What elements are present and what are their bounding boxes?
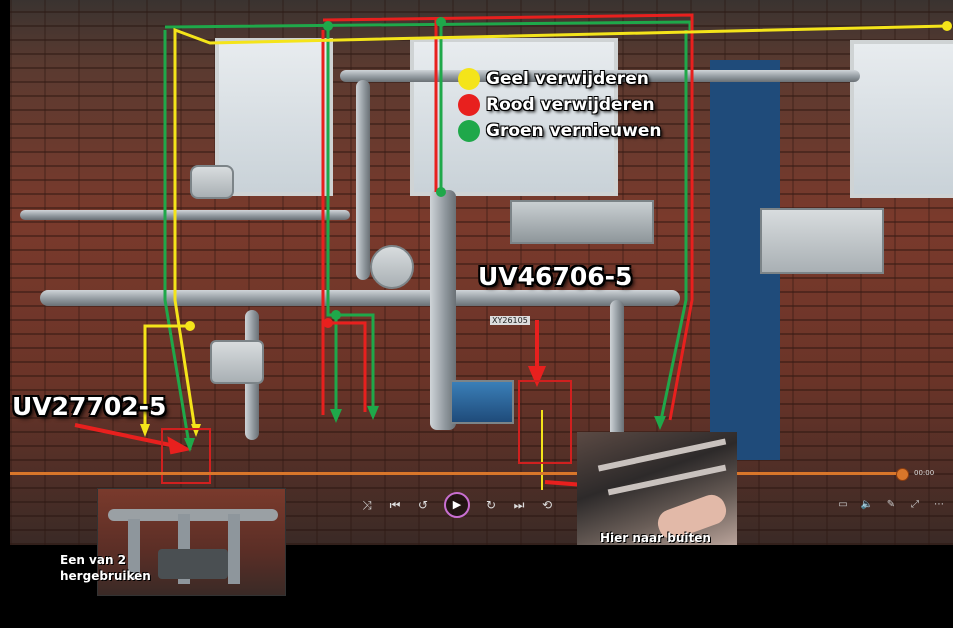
green-dot-icon	[458, 120, 480, 142]
legend-label: Geel verwijderen	[486, 69, 649, 89]
green-arrowhead	[654, 416, 666, 430]
legend-item-green: Groen vernieuwen	[458, 120, 661, 142]
green-line	[164, 20, 692, 30]
green-line	[336, 313, 375, 415]
green-arrowhead	[367, 406, 379, 420]
player-right-controls: ▭ 🔈 ✎ ⤢ ⋯	[836, 499, 946, 510]
yellow-dot-icon	[458, 68, 480, 90]
green-line	[326, 27, 338, 418]
forward-30-icon[interactable]: ↻	[484, 498, 498, 512]
red-line	[328, 321, 367, 412]
label-uv27702: UV27702-5	[12, 392, 167, 421]
green-dot	[436, 187, 446, 197]
green-line	[163, 30, 192, 451]
subtitles-icon[interactable]: ▭	[836, 499, 850, 510]
green-dot	[331, 310, 341, 320]
label-hier-naar-buiten: Hier naar buiten	[600, 531, 711, 545]
repeat-icon[interactable]: ⟲	[540, 498, 554, 512]
label-een-van-2: Een van 2 hergebruiken	[60, 552, 151, 584]
yellow-dot	[185, 321, 195, 331]
player-controls: ⤨ ⏮ ↺ ▶ ↻ ⏭ ⟲	[360, 492, 554, 518]
more-icon[interactable]: ⋯	[932, 499, 946, 510]
highlight-box-uv27702	[161, 428, 211, 484]
inset-photo-right	[577, 432, 737, 545]
next-icon[interactable]: ⏭	[512, 498, 526, 512]
volume-icon[interactable]: 🔈	[860, 499, 874, 510]
fullscreen-icon[interactable]: ⤢	[908, 499, 922, 510]
legend-label: Rood verwijderen	[486, 95, 655, 115]
shuffle-icon[interactable]: ⤨	[360, 498, 374, 512]
green-line	[658, 30, 688, 426]
play-button[interactable]: ▶	[444, 492, 470, 518]
label-uv46706: UV46706-5	[478, 262, 633, 291]
previous-icon[interactable]: ⏮	[388, 498, 402, 512]
rewind-10-icon[interactable]: ↺	[416, 498, 430, 512]
yellow-dot	[942, 21, 952, 31]
legend-label: Groen vernieuwen	[486, 121, 662, 141]
green-dot	[323, 21, 333, 31]
progress-bar[interactable]	[10, 472, 900, 475]
legend-item-yellow: Geel verwijderen	[458, 68, 649, 90]
red-dot-icon	[458, 94, 480, 116]
green-arrowhead	[330, 409, 342, 423]
green-dot	[436, 17, 446, 27]
label-line: Een van 2	[60, 553, 127, 567]
time-display: 00:00	[914, 469, 935, 477]
red-dot	[323, 318, 333, 328]
legend-item-red: Rood verwijderen	[458, 94, 655, 116]
highlight-box-uv46706	[518, 380, 572, 464]
progress-handle[interactable]	[896, 468, 909, 481]
valve-tag: XY26105	[490, 316, 530, 325]
label-line: hergebruiken	[60, 569, 151, 583]
edit-icon[interactable]: ✎	[884, 499, 898, 510]
yellow-arrowhead	[140, 424, 150, 437]
